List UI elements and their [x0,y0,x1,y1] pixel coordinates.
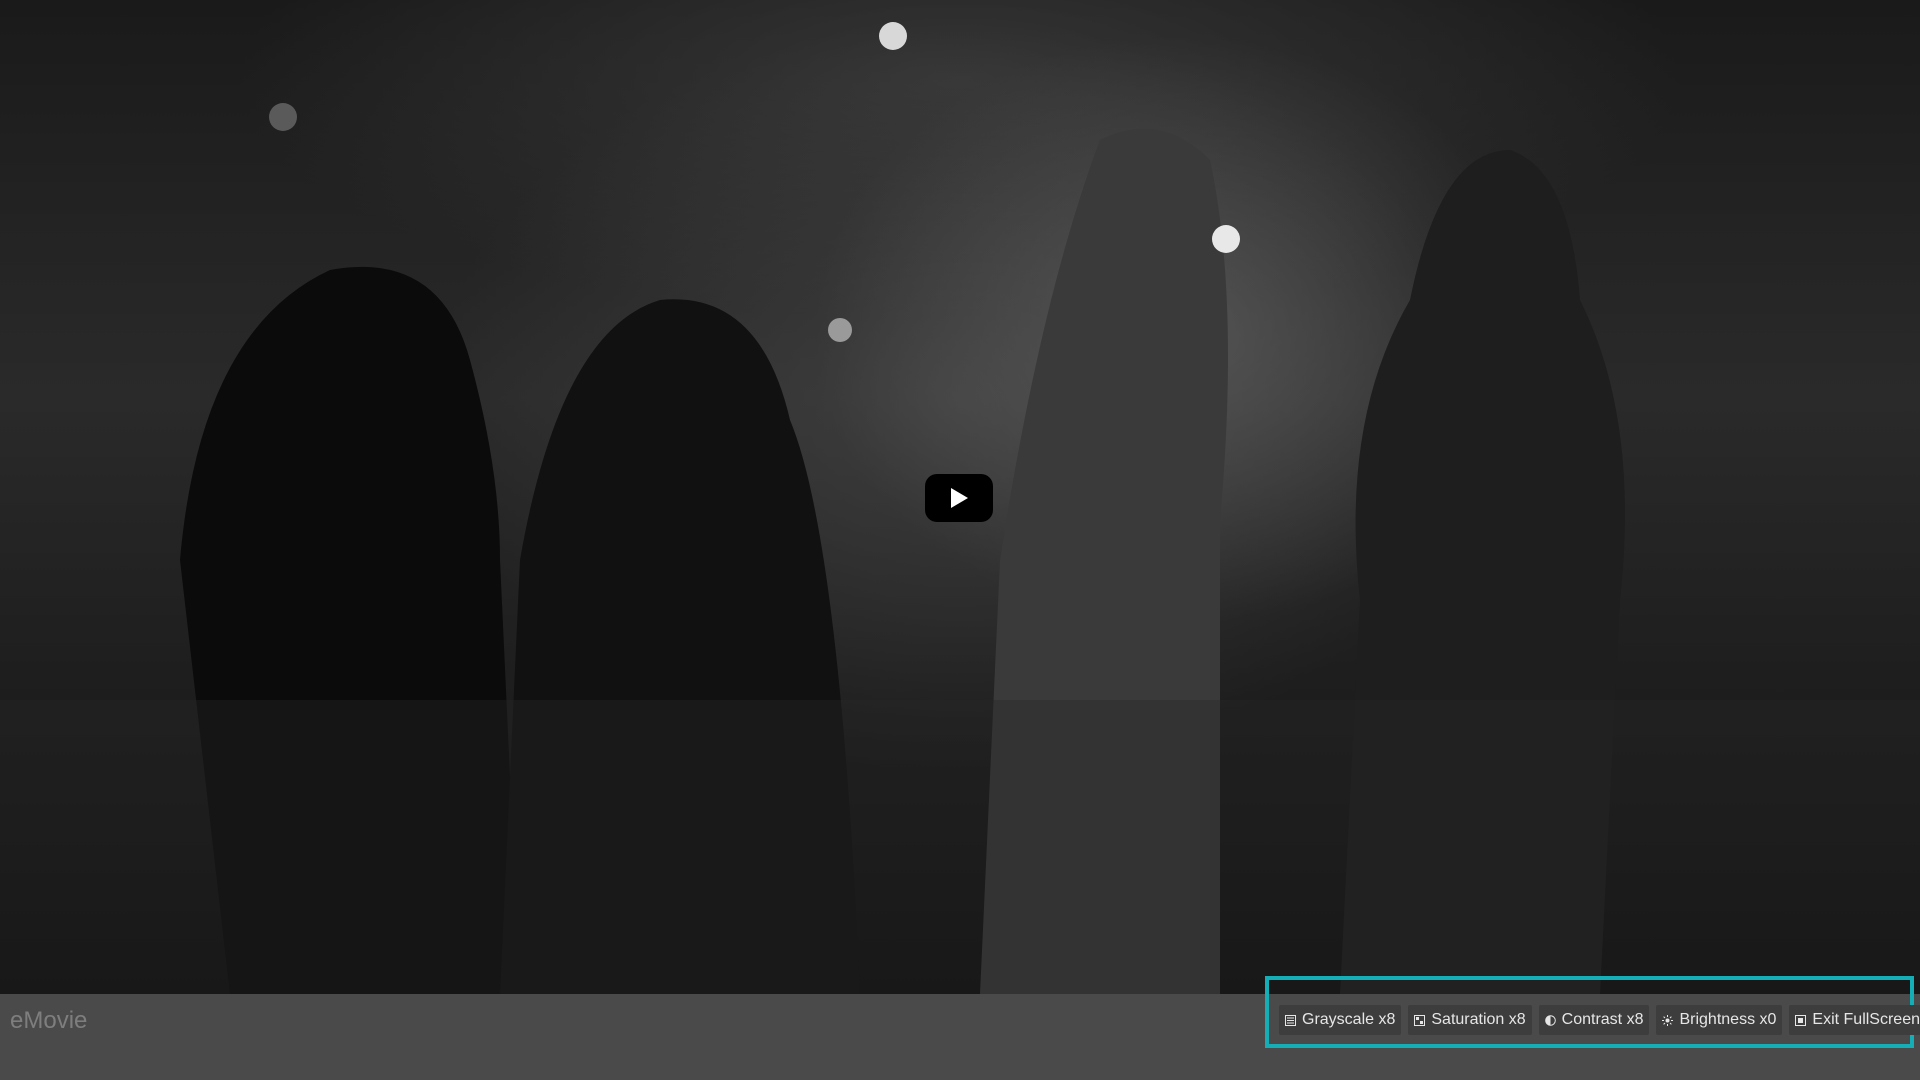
video-viewport[interactable] [0,0,1920,994]
grayscale-label: Grayscale x8 [1302,1011,1396,1028]
saturation-icon [1414,1014,1426,1026]
filter-controls: Grayscale x8 Saturation x8 Contrast x8 B… [1279,1005,1920,1035]
brightness-icon [1662,1014,1674,1026]
play-icon [951,488,968,508]
saturation-button[interactable]: Saturation x8 [1408,1005,1532,1035]
brand-logo: eMovie [10,1007,88,1034]
exit-fullscreen-icon [1795,1014,1807,1026]
saturation-label: Saturation x8 [1431,1011,1526,1028]
grayscale-button[interactable]: Grayscale x8 [1279,1005,1402,1035]
brightness-label: Brightness x0 [1679,1011,1777,1028]
exit-fullscreen-label: Exit FullScreen [1812,1011,1920,1028]
contrast-icon [1544,1014,1556,1026]
brightness-button[interactable]: Brightness x0 [1656,1005,1783,1035]
contrast-button[interactable]: Contrast x8 [1538,1005,1650,1035]
grayscale-icon [1285,1014,1296,1026]
exit-fullscreen-button[interactable]: Exit FullScreen [1789,1005,1920,1035]
contrast-label: Contrast x8 [1561,1011,1644,1028]
play-button[interactable] [925,474,993,522]
